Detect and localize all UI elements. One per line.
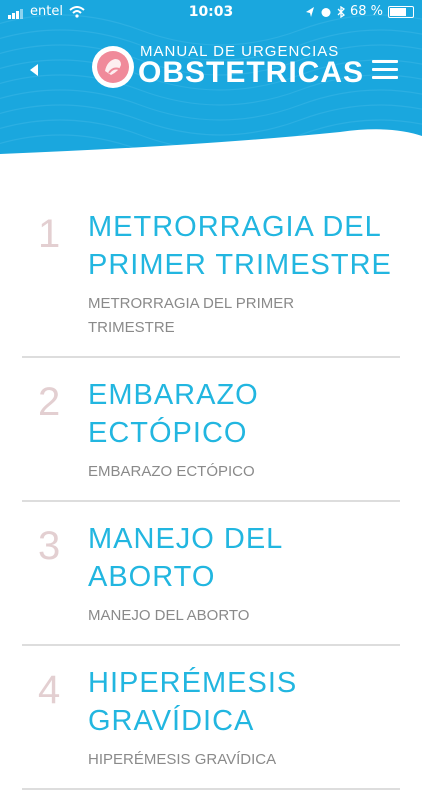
item-number: 3	[38, 524, 61, 568]
item-subtitle: METRORRAGIA DEL PRIMER TRIMESTRE	[88, 295, 295, 336]
bluetooth-icon	[337, 5, 345, 18]
logo-title-main: OBSTETRICAS	[138, 56, 365, 89]
item-subtitle: HIPERÉMESIS GRAVÍDICA	[88, 751, 277, 768]
alarm-icon	[321, 7, 331, 17]
item-number: 1	[38, 212, 61, 256]
list-item[interactable]: 3 MANEJO DEL ABORTO MANEJO DEL ABORTO	[22, 502, 400, 646]
item-subtitle: EMBARAZO ECTÓPICO	[88, 463, 255, 480]
menu-icon[interactable]	[372, 60, 398, 80]
list-item[interactable]: 1 METRORRAGIA DEL PRIMER TRIMESTRE METRO…	[22, 190, 400, 358]
item-title: MANEJO DEL ABORTO	[88, 523, 283, 593]
app-header: entel 10:03 68 % MANUAL DE URGENCIAS OBS…	[0, 0, 422, 160]
item-subtitle: MANEJO DEL ABORTO	[88, 607, 250, 624]
chapter-list: 1 METRORRAGIA DEL PRIMER TRIMESTRE METRO…	[0, 190, 422, 790]
battery-icon	[388, 5, 414, 18]
status-bar: entel 10:03 68 %	[0, 0, 422, 24]
location-icon	[305, 6, 314, 17]
header-curve	[0, 129, 422, 160]
logo-icon	[92, 46, 134, 88]
back-arrow-icon[interactable]	[24, 60, 44, 80]
item-title: METRORRAGIA DEL PRIMER TRIMESTRE	[88, 211, 392, 281]
list-item[interactable]: 2 EMBARAZO ECTÓPICO EMBARAZO ECTÓPICO	[22, 358, 400, 502]
item-title: HIPERÉMESIS GRAVÍDICA	[88, 667, 298, 737]
list-item[interactable]: 4 HIPERÉMESIS GRAVÍDICA HIPERÉMESIS GRAV…	[22, 646, 400, 790]
item-number: 4	[38, 668, 61, 712]
item-title: EMBARAZO ECTÓPICO	[88, 379, 259, 449]
item-number: 2	[38, 380, 61, 424]
battery-percent: 68 %	[349, 4, 383, 19]
